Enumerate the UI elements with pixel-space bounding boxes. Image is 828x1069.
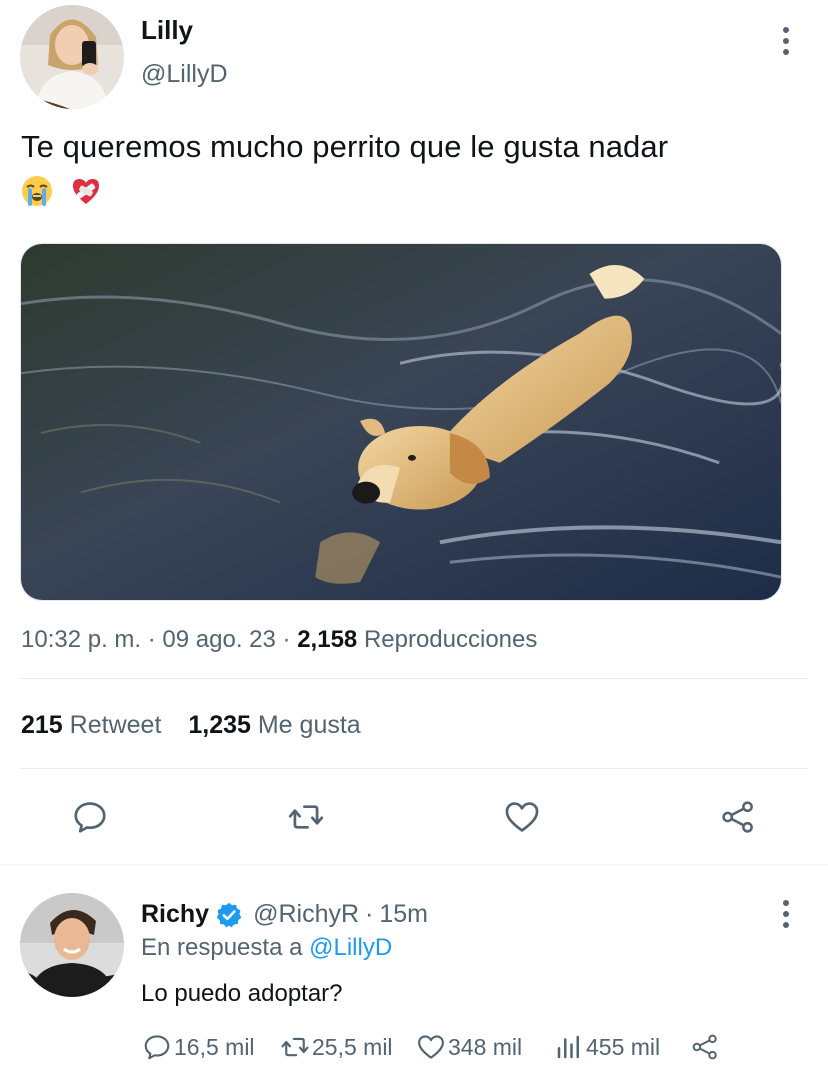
section-divider <box>0 864 828 865</box>
reply-time[interactable]: 15m <box>379 900 428 929</box>
reply-like-button[interactable]: 348 mil <box>416 1032 522 1062</box>
share-icon <box>692 1034 717 1060</box>
reply-button[interactable] <box>68 795 112 839</box>
retweets-count: 215 <box>21 711 63 739</box>
mending-heart-icon <box>70 175 102 207</box>
tweet-meta: 10:32 p. m. · 09 ago. 23 · 2,158 Reprodu… <box>21 626 537 654</box>
reply-author-name[interactable]: Richy <box>141 900 209 929</box>
avatar-richy[interactable] <box>20 893 124 997</box>
in-reply-prefix: En respuesta a <box>141 934 303 961</box>
more-options-icon[interactable] <box>782 27 790 55</box>
reply-views-button[interactable]: 455 mil <box>554 1032 660 1062</box>
likes-stat[interactable]: 1,235 Me gusta <box>188 711 360 739</box>
author-handle[interactable]: @LillyD <box>141 60 228 89</box>
views-count: 2,158 <box>297 626 358 653</box>
reply-more-options-icon[interactable] <box>782 900 790 928</box>
likes-count: 1,235 <box>188 711 251 739</box>
divider <box>20 678 808 679</box>
likes-label: Me gusta <box>257 711 361 739</box>
verified-badge-icon <box>215 901 243 929</box>
share-icon <box>722 801 753 833</box>
view-count: 455 mil <box>586 1033 661 1060</box>
retweet-icon <box>288 805 324 829</box>
dog-swimming-image <box>21 244 781 600</box>
views-label: Reproducciones <box>363 626 538 653</box>
retweet-icon <box>281 1037 309 1057</box>
reply-author-handle[interactable]: @RichyR <box>253 900 359 929</box>
retweets-stat[interactable]: 215 Retweet <box>21 711 161 739</box>
loudly-crying-face-icon <box>21 175 53 207</box>
like-count: 348 mil <box>448 1033 523 1060</box>
heart-icon <box>505 802 539 832</box>
reply-icon <box>74 802 106 833</box>
author-name[interactable]: Lilly <box>141 15 193 46</box>
divider <box>20 768 808 769</box>
retweet-button[interactable] <box>284 795 328 839</box>
reply-icon <box>144 1035 170 1060</box>
share-button[interactable] <box>716 795 760 839</box>
separator: · <box>282 626 291 653</box>
avatar-lilly[interactable] <box>20 5 124 109</box>
views-chart-icon <box>557 1035 579 1059</box>
in-reply-handle-link[interactable]: @LillyD <box>309 934 392 961</box>
tweet-time[interactable]: 10:32 p. m. <box>21 626 141 653</box>
tweet-text: Te queremos mucho perrito que le gusta n… <box>21 126 811 210</box>
in-reply-to: En respuesta a @LillyD <box>141 934 392 962</box>
like-button[interactable] <box>500 795 544 839</box>
reply-text: Lo puedo adoptar? <box>141 980 343 1007</box>
reply-reply-button[interactable]: 16,5 mil <box>142 1032 255 1062</box>
tweet-image[interactable] <box>20 243 782 601</box>
retweet-count: 25,5 mil <box>312 1033 393 1060</box>
tweet-date[interactable]: 09 ago. 23 <box>162 626 275 653</box>
reply-share-button[interactable] <box>690 1032 720 1062</box>
reply-header: Richy @RichyR · 15m <box>141 900 428 929</box>
separator: · <box>147 626 156 653</box>
retweets-label: Retweet <box>69 711 162 739</box>
heart-icon <box>418 1035 444 1059</box>
separator: · <box>365 900 374 928</box>
reply-retweet-button[interactable]: 25,5 mil <box>280 1032 393 1062</box>
reply-count: 16,5 mil <box>174 1033 255 1060</box>
tweet-text-content: Te queremos mucho perrito que le gusta n… <box>21 129 669 164</box>
tweet-stats: 215 Retweet 1,235 Me gusta <box>21 711 361 740</box>
